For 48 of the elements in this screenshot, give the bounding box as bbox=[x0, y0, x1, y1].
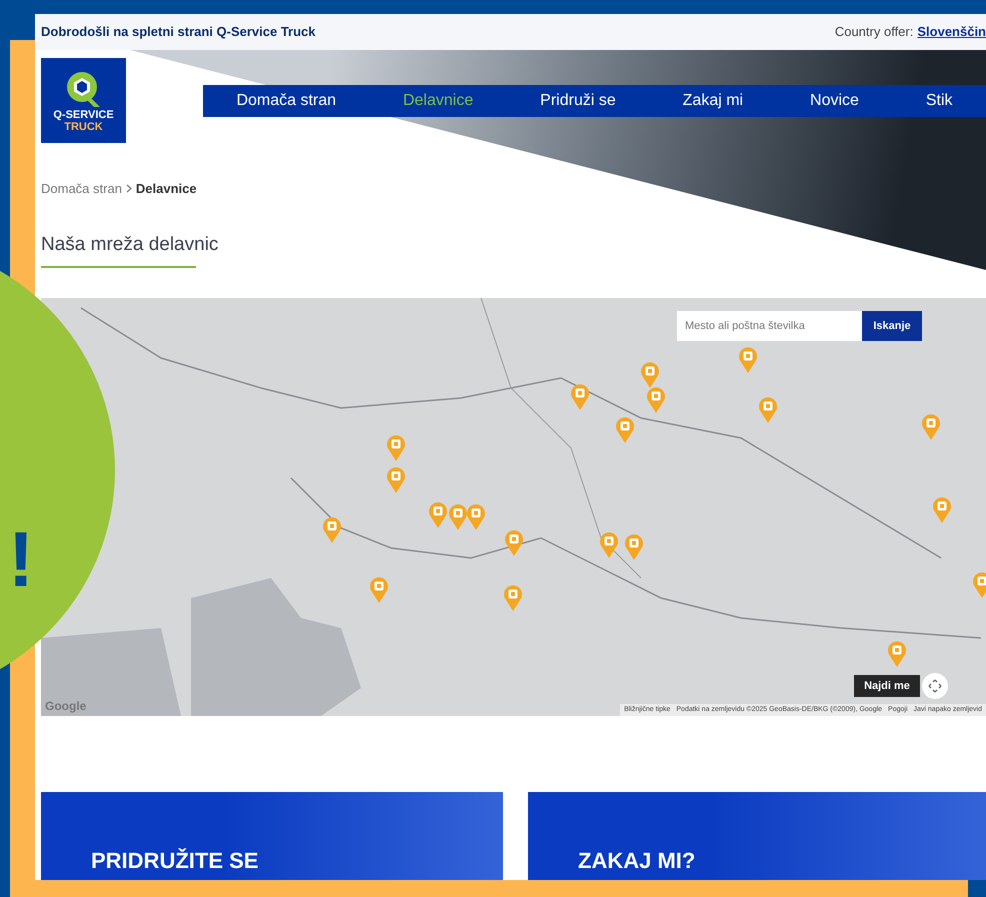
nav-link[interactable]: Pridruži se bbox=[540, 89, 616, 113]
map-pin-icon[interactable] bbox=[466, 503, 486, 531]
map-pin-icon[interactable] bbox=[448, 503, 468, 531]
map-pin-icon[interactable] bbox=[738, 346, 758, 374]
nav-link[interactable]: Zakaj mi bbox=[682, 89, 744, 113]
chevron-icon bbox=[126, 184, 132, 194]
map-pin-icon[interactable] bbox=[570, 383, 590, 411]
locate-button[interactable]: Najdi me bbox=[854, 675, 920, 697]
map-pin-icon[interactable] bbox=[624, 533, 644, 561]
crosshair-icon bbox=[928, 679, 942, 693]
breadcrumb-link[interactable]: Domača stran bbox=[41, 179, 122, 198]
locate-control[interactable] bbox=[922, 673, 948, 699]
map-pin-icon[interactable] bbox=[322, 516, 342, 544]
map-logo: Google bbox=[45, 698, 86, 715]
map-pin-icon[interactable] bbox=[972, 571, 986, 599]
map-pin-icon[interactable] bbox=[646, 386, 666, 414]
nav-link[interactable]: Delavnice bbox=[402, 89, 474, 113]
map-pin-icon[interactable] bbox=[503, 584, 523, 612]
map-pin-icon[interactable] bbox=[386, 466, 406, 494]
search-button[interactable]: Iskanje bbox=[862, 311, 922, 341]
map-pin-icon[interactable] bbox=[599, 531, 619, 559]
logo-text: Q-SERVICE bbox=[53, 108, 114, 120]
map-pin-icon[interactable] bbox=[369, 576, 389, 604]
search-input[interactable]: Mesto ali poštna številka bbox=[685, 318, 854, 334]
map-pin-icon[interactable] bbox=[615, 416, 635, 444]
map-pin-icon[interactable] bbox=[932, 496, 952, 524]
map-pin-icon[interactable] bbox=[640, 361, 660, 389]
feature-card[interactable]: PRIDRUŽITE SE bbox=[41, 792, 503, 880]
welcome-text: Dobrodošli na spletni strani Q-Service Truck bbox=[41, 23, 316, 42]
exclamation-text: ! bbox=[8, 520, 34, 598]
map-pin-icon[interactable] bbox=[887, 640, 907, 668]
map-pin-icon[interactable] bbox=[921, 413, 941, 441]
language-link[interactable]: Slovenščin bbox=[917, 22, 986, 42]
logo-text: TRUCK bbox=[64, 120, 103, 132]
map-pin-icon[interactable] bbox=[504, 529, 524, 557]
nav-link[interactable]: Stik bbox=[926, 89, 953, 113]
map-pin-icon[interactable] bbox=[758, 396, 778, 424]
feature-card[interactable]: ZAKAJ MI? bbox=[528, 792, 986, 880]
card-title: PRIDRUŽITE SE bbox=[91, 847, 258, 875]
card-title: ZAKAJ MI? bbox=[578, 847, 696, 875]
current-page-label: Delavnice bbox=[136, 180, 197, 198]
map-pin-icon[interactable] bbox=[428, 501, 448, 529]
page-heading: Naša mreža delavnic bbox=[41, 233, 218, 257]
nav-link[interactable]: Domača stran bbox=[236, 89, 336, 113]
nav-link[interactable]: Novice bbox=[810, 89, 859, 113]
map-pin-icon[interactable] bbox=[386, 434, 406, 462]
search-field[interactable]: Mesto ali poštna številka bbox=[677, 311, 862, 341]
country-label: Country offer: bbox=[834, 23, 914, 42]
